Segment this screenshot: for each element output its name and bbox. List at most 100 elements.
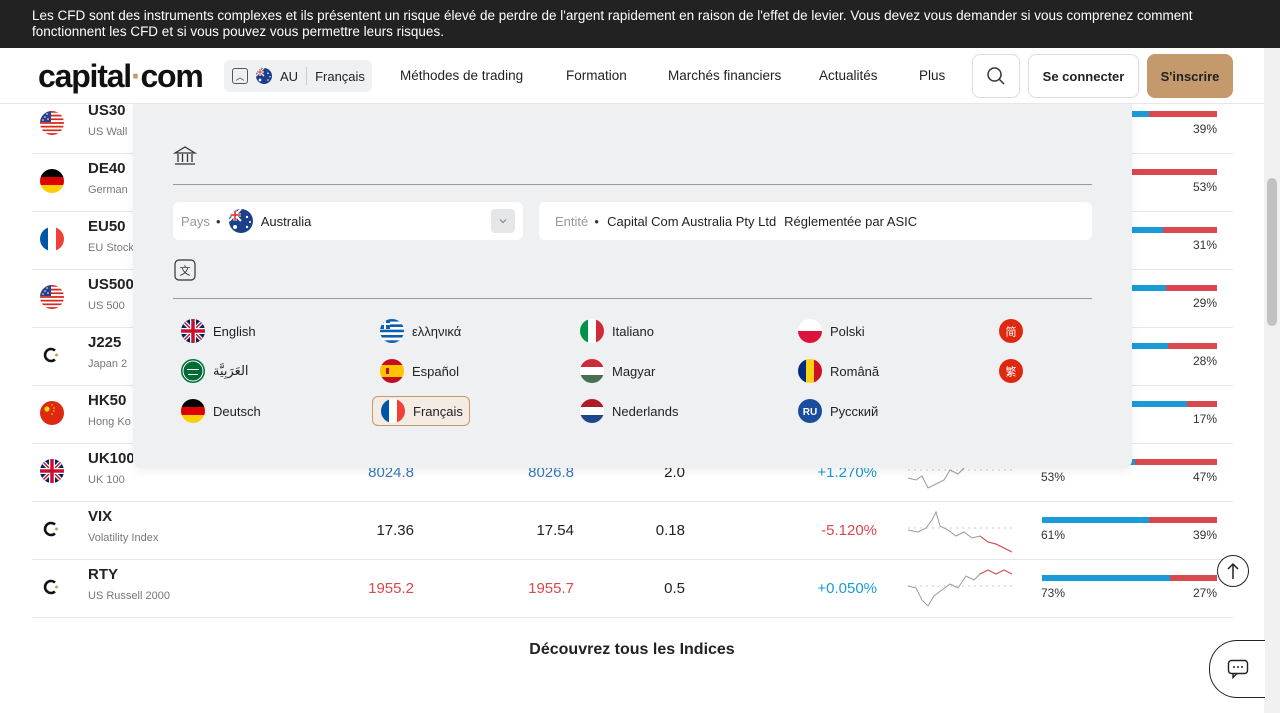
locale-divider [306,67,308,85]
country-select[interactable]: Pays ● Australia [173,202,523,240]
nav-financial-markets[interactable]: Marchés financiers [668,68,781,83]
ro-flag-icon [798,359,822,383]
locale-dropdown-panel: Pays ● Australia Entité ● Capital Com Au… [133,104,1132,468]
login-button[interactable]: Se connecter [1028,54,1139,98]
language-option[interactable]: ελληνικά [372,316,461,346]
divider [173,298,1092,299]
change-percent: -5.120% [821,522,877,539]
language-option[interactable]: Nederlands [572,396,679,426]
language-option[interactable]: Français [372,396,470,426]
zh-traditional-icon: 繁 [999,359,1023,383]
entity-info: Entité ● Capital Com Australia Pty Ltd R… [539,202,1092,240]
search-button[interactable] [972,54,1020,98]
instrument-symbol[interactable]: EU50 [88,218,126,235]
locale-language: Français [315,68,365,84]
language-option[interactable]: Magyar [572,356,655,386]
instrument-description: Hong Ko [88,416,131,428]
risk-warning-text: Les CFD sont des instruments complexes e… [32,8,1193,39]
language-option[interactable]: Română [790,356,879,386]
sa-flag-icon [181,359,205,383]
language-option[interactable]: Italiano [572,316,654,346]
instrument-symbol[interactable]: DE40 [88,160,126,177]
language-name: Română [830,363,880,379]
nav-trading-methods[interactable]: Méthodes de trading [400,68,523,83]
back-to-top-button[interactable] [1217,555,1249,587]
instrument-symbol[interactable]: J225 [88,334,121,351]
sellers-percent: 53% [1192,180,1217,194]
fr-flag-icon [381,399,405,423]
sell-price[interactable]: 1955.2 [368,580,414,597]
country-value: Australia [260,213,312,229]
de-flag-icon [40,169,64,193]
discover-all-indices-link[interactable]: Découvrez tous les Indices [0,641,1264,659]
language-option[interactable]: RU Русский [790,396,878,426]
language-name: Nederlands [612,403,679,419]
buyers-percent: 53% [1041,470,1066,484]
sellers-percent: 39% [1192,528,1217,542]
svg-text:RU: RU [803,407,817,418]
nav-education[interactable]: Formation [566,68,627,83]
nav-more[interactable]: Plus [919,68,945,83]
sell-price[interactable]: 17.36 [376,522,414,539]
language-option[interactable]: Polski [790,316,865,346]
sellers-percent: 28% [1192,354,1217,368]
search-icon [987,67,1005,85]
instrument-symbol[interactable]: US30 [88,102,126,119]
sellers-percent: 17% [1192,412,1217,426]
instrument-symbol[interactable]: VIX [88,508,112,525]
ru-icon: RU [798,399,822,423]
table-row[interactable]: VIX Volatility Index 17.36 17.54 0.18 -5… [32,502,1233,560]
bank-icon [173,146,197,165]
chat-button[interactable] [1209,640,1265,698]
locale-selector[interactable]: ︿ AU Français [224,60,372,92]
capital-com-logo[interactable]: capital·com [38,58,204,95]
page-scrollbar[interactable] [1264,48,1280,713]
buyers-percent: 73% [1041,586,1066,600]
language-name: English [213,323,256,339]
divider [173,184,1092,185]
buy-price[interactable]: 1955.7 [528,580,574,597]
sparkline-chart [908,510,1012,553]
us-flag-icon [40,285,64,309]
language-option[interactable]: 简 [991,316,1023,346]
language-name: Français [413,403,463,419]
capital-logo-icon [40,575,64,599]
hu-flag-icon [580,359,604,383]
buy-price[interactable]: 17.54 [536,522,574,539]
instrument-description: Japan 2 [88,358,128,370]
svg-text:文: 文 [180,264,191,278]
scrollbar-thumb[interactable] [1267,178,1277,326]
instrument-description: EU Stock [88,242,134,254]
instrument-symbol[interactable]: HK50 [88,392,126,409]
sentiment-bar [1042,517,1217,523]
top-navbar: capital·com ︿ AU Français Méthodes de tr… [0,48,1264,104]
de-flag-icon [181,399,205,423]
language-option[interactable]: 繁 [991,356,1023,386]
es-flag-icon [380,359,404,383]
table-row[interactable]: RTY US Russell 2000 1955.2 1955.7 0.5 +0… [32,560,1233,618]
sellers-percent: 27% [1192,586,1217,600]
language-option[interactable]: English [173,316,256,346]
instrument-description: German [88,184,128,196]
signup-button[interactable]: S'inscrire [1147,54,1233,98]
instrument-description: UK 100 [88,474,125,486]
language-option[interactable]: Español [372,356,459,386]
spread-value: 0.18 [655,522,685,539]
instrument-symbol[interactable]: RTY [88,566,118,583]
entity-regulator: Réglementée par ASIC [784,213,918,229]
change-percent: +0.050% [817,580,877,597]
instrument-symbol[interactable]: US500 [88,276,134,293]
chevron-down-icon[interactable] [491,209,515,233]
nav-news[interactable]: Actualités [819,68,878,83]
risk-warning-banner: Les CFD sont des instruments complexes e… [0,0,1280,48]
language-name: Русский [830,403,879,419]
sellers-percent: 31% [1192,238,1217,252]
instrument-symbol[interactable]: UK100 [88,450,135,467]
zh-simplified-icon: 简 [999,319,1023,343]
svg-text:简: 简 [1006,325,1017,339]
gr-flag-icon [380,319,404,343]
capital-logo-icon [40,517,64,541]
language-option[interactable]: العَرَبِيَّة [173,356,249,386]
language-option[interactable]: Deutsch [173,396,261,426]
sparkline-chart [908,569,1012,607]
